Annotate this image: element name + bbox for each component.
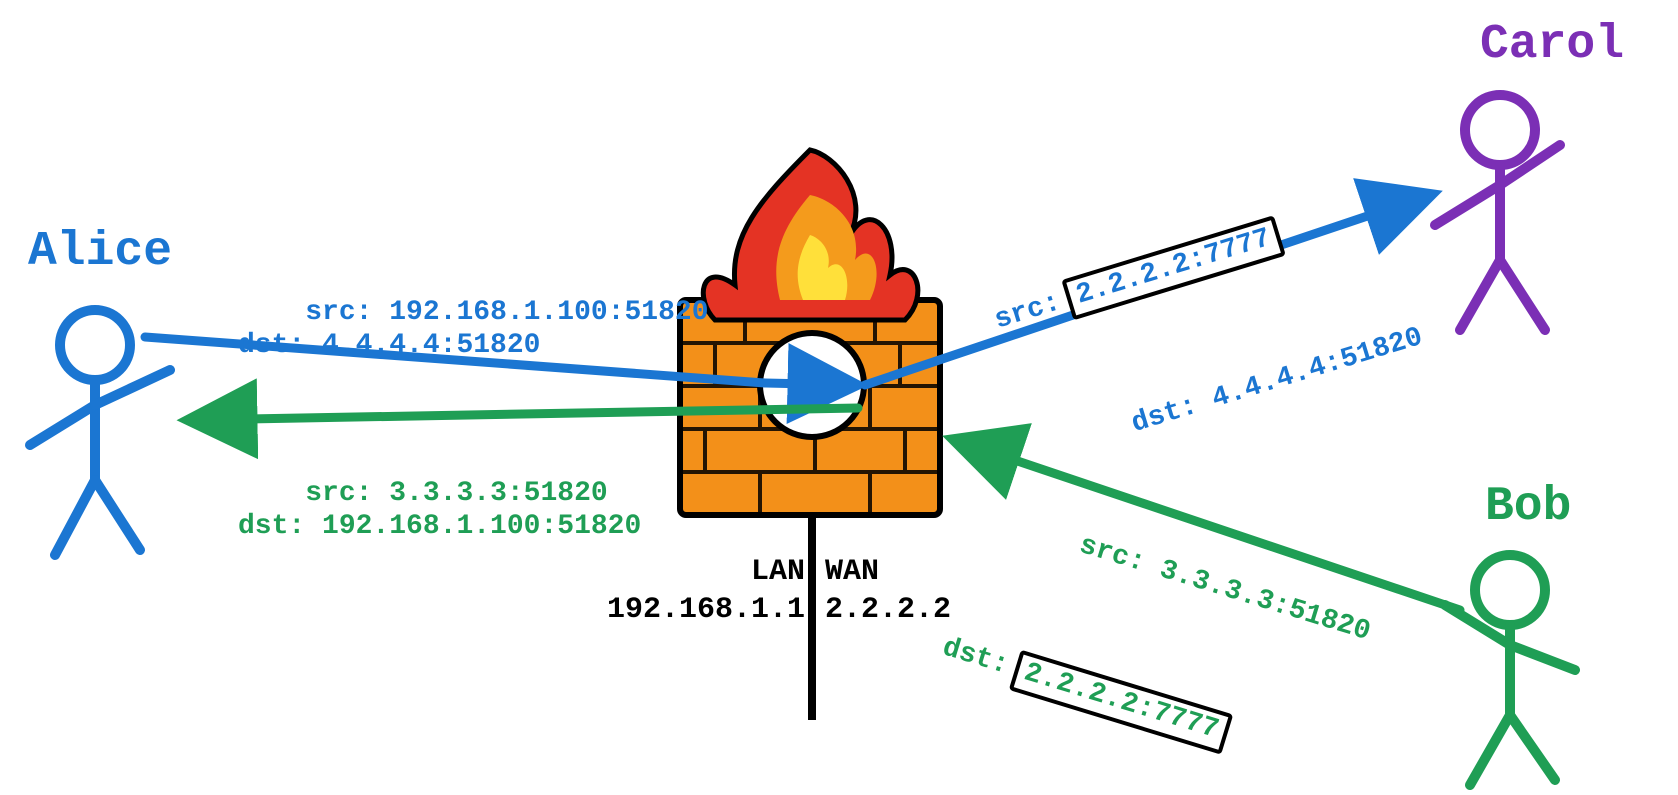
diagram-stage: Alice Carol Bob src: 192.168.1.100:51820…: [0, 0, 1678, 795]
arrow-fw-to-alice: [190, 408, 858, 420]
carol-label: Carol: [1480, 18, 1624, 72]
packet-alice-in: src: 3.3.3.3:51820 dst: 192.168.1.100:51…: [238, 443, 641, 577]
alice-in-dst: 192.168.1.100:51820: [322, 511, 641, 542]
firewall-icon: [680, 150, 940, 720]
fw-lan-ip: 192.168.1.1: [595, 593, 805, 627]
wan-out-dst-label: dst:: [1128, 390, 1201, 439]
bob-in-src-label: src:: [1076, 530, 1149, 579]
alice-out-dst: 4.4.4.4:51820: [322, 330, 540, 361]
alice-out-src-label: src:: [305, 297, 372, 328]
wan-out-src-boxed: 2.2.2.2:7777: [1062, 215, 1286, 320]
carol-figure: [1435, 95, 1560, 330]
alice-in-src-label: src:: [305, 478, 372, 509]
fw-lan-label: LAN: [735, 555, 805, 589]
bob-in-src: 3.3.3.3:51820: [1156, 554, 1374, 648]
packet-alice-out: src: 192.168.1.100:51820 dst: 4.4.4.4:51…: [238, 262, 709, 396]
wan-out-src-label: src:: [991, 286, 1065, 338]
fw-wan-label: WAN: [825, 555, 879, 589]
alice-in-dst-label: dst:: [238, 511, 305, 542]
fw-wan-ip: 2.2.2.2: [825, 593, 951, 627]
alice-out-dst-label: dst:: [238, 330, 305, 361]
bob-in-dst-boxed: 2.2.2.2:7777: [1009, 650, 1233, 755]
bob-in-dst-label: dst:: [938, 632, 1012, 684]
bob-label: Bob: [1485, 480, 1571, 534]
wan-out-dst: 4.4.4.4:51820: [1208, 321, 1426, 415]
alice-in-src: 3.3.3.3:51820: [389, 478, 607, 509]
alice-label: Alice: [28, 225, 172, 279]
alice-out-src: 192.168.1.100:51820: [389, 297, 708, 328]
bob-figure: [1445, 555, 1575, 785]
alice-figure: [30, 310, 170, 555]
